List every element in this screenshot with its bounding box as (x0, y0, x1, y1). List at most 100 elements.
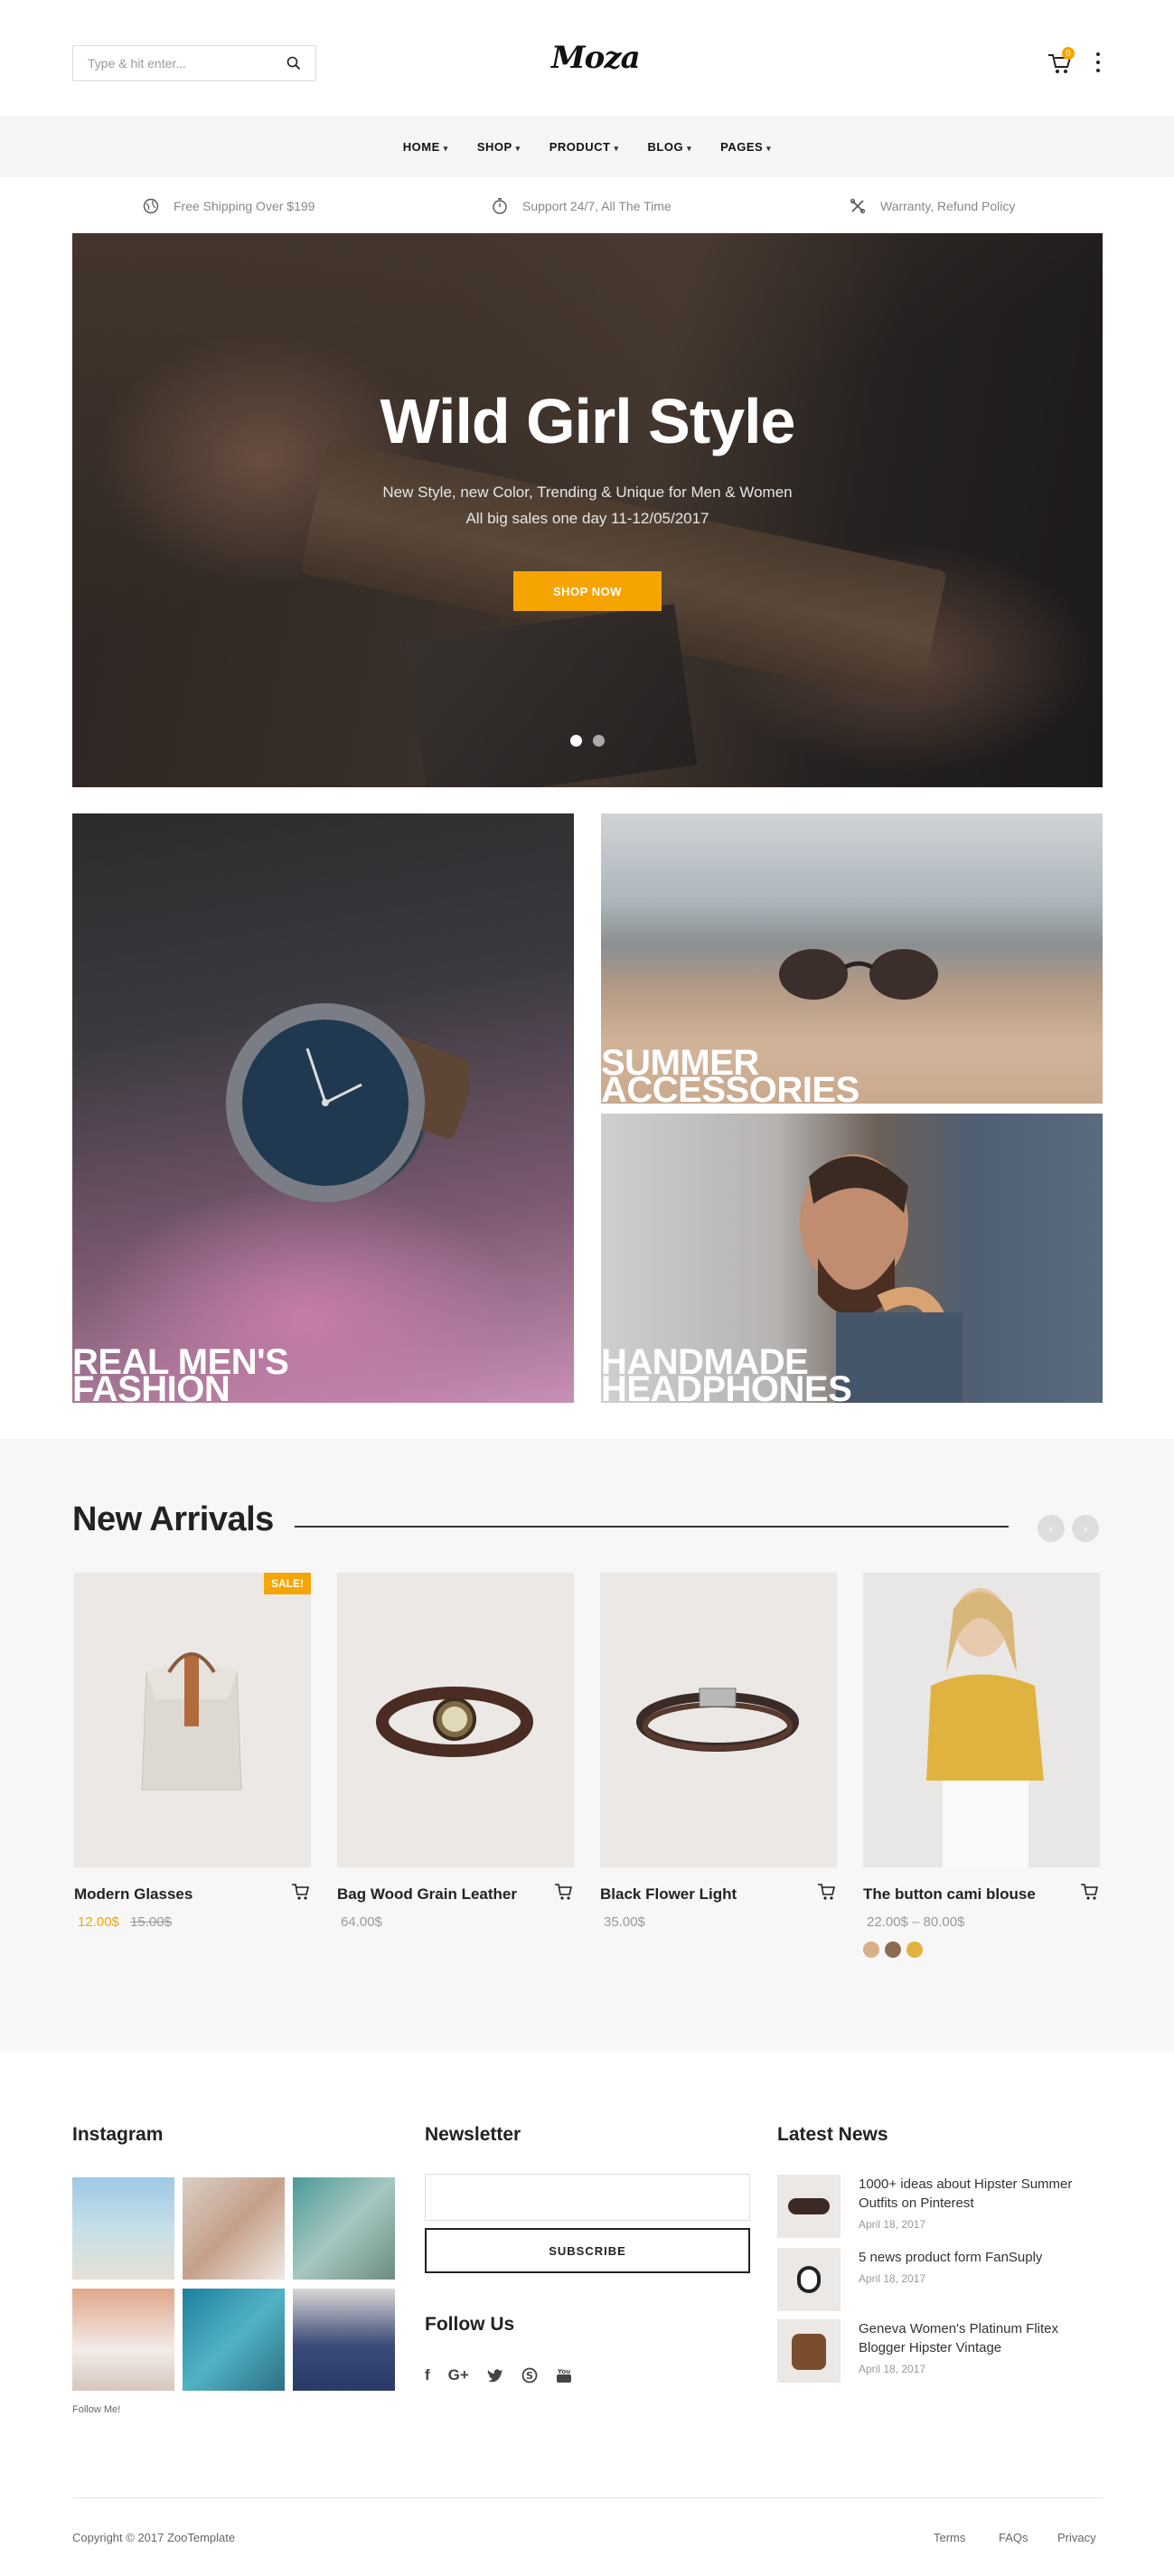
sale-badge: SALE! (264, 1573, 311, 1594)
copyright: Copyright © 2017 ZooTemplate (72, 2531, 236, 2544)
tools-icon (850, 198, 866, 214)
feature-warranty: Warranty, Refund Policy (850, 197, 1015, 215)
stopwatch-icon (493, 198, 507, 214)
sale-price: 12.00$ (78, 1914, 119, 1930)
twitter-icon[interactable] (487, 2368, 503, 2383)
news-date: April 18, 2017 (859, 2218, 926, 2231)
more-menu-icon[interactable] (1094, 52, 1103, 72)
news-item[interactable]: Geneva Women's Platinum Flitex Blogger H… (777, 2319, 1103, 2383)
product-image[interactable] (337, 1573, 574, 1867)
product-image[interactable] (863, 1573, 1100, 1867)
terms-link[interactable]: Terms (934, 2531, 965, 2544)
chevron-down-icon: ▾ (614, 143, 619, 153)
instagram-photo[interactable] (293, 2177, 395, 2280)
swatch[interactable] (906, 1941, 923, 1958)
globe-icon (143, 198, 159, 214)
news-title[interactable]: Geneva Women's Platinum Flitex Blogger H… (859, 2319, 1103, 2357)
instagram-photo[interactable] (72, 2177, 174, 2280)
news-title[interactable]: 1000+ ideas about Hipster Summer Outfits… (859, 2175, 1103, 2213)
product-name[interactable]: Black Flower Light (600, 1885, 737, 1904)
nav-label: HOME (402, 139, 440, 154)
news-title[interactable]: 5 news product form FanSuply (859, 2248, 1103, 2267)
banner-label: HANDMADE HEADPHONES (601, 1344, 852, 1403)
nav-label: BLOG (647, 139, 684, 154)
instagram-photo[interactable] (183, 2177, 285, 2280)
product-card[interactable]: SALE! Modern Glasses 12.00$ 15.00$ (74, 1573, 311, 1930)
follow-me-link[interactable]: Follow Me! (72, 2404, 120, 2415)
news-thumbnail[interactable] (777, 2319, 841, 2383)
banner-label: SUMMER ACCESSORIES (601, 1045, 859, 1104)
news-thumbnail[interactable] (777, 2175, 841, 2238)
instagram-photo[interactable] (183, 2289, 285, 2391)
search-icon[interactable] (286, 56, 301, 71)
skype-icon[interactable]: S (521, 2367, 538, 2383)
svg-text:You: You (557, 2368, 570, 2375)
product-name[interactable]: Bag Wood Grain Leather (337, 1885, 517, 1904)
slider-dot-2[interactable] (593, 735, 605, 747)
hero-subtitle: New Style, new Color, Trending & Unique … (72, 479, 1103, 531)
banner-summer-accessories[interactable]: SUMMER ACCESSORIES (601, 813, 1103, 1104)
news-item[interactable]: 1000+ ideas about Hipster Summer Outfits… (777, 2175, 1103, 2238)
banner-handmade-headphones[interactable]: HANDMADE HEADPHONES (601, 1114, 1103, 1403)
product-image[interactable] (600, 1573, 837, 1867)
shop-now-button[interactable]: SHOP NOW (513, 571, 662, 611)
nav-product[interactable]: PRODUCT ▾ (549, 140, 619, 154)
youtube-icon[interactable]: You (556, 2367, 572, 2383)
chevron-down-icon: ▾ (766, 143, 772, 153)
instagram-photo[interactable] (72, 2289, 174, 2391)
paper-bag-image (141, 1652, 242, 1791)
nav-label: SHOP (476, 139, 512, 154)
faqs-link[interactable]: FAQs (999, 2531, 1028, 2544)
add-to-cart-icon[interactable] (554, 1882, 574, 1902)
nav-blog[interactable]: BLOG ▾ (648, 140, 692, 154)
nav-pages[interactable]: PAGES ▾ (720, 140, 771, 154)
search-input[interactable] (88, 56, 268, 71)
newsletter-title: Newsletter (425, 2124, 521, 2145)
main-nav: HOME ▾ SHOP ▾ PRODUCT ▾ BLOG ▾ PAGES ▾ (0, 116, 1174, 177)
banner-label-line2: HEADPHONES (601, 1369, 852, 1403)
news-thumbnail[interactable] (777, 2248, 841, 2311)
instagram-photo[interactable] (293, 2289, 395, 2391)
nav-home[interactable]: HOME ▾ (403, 140, 448, 154)
watch-image (226, 1003, 470, 1202)
privacy-link[interactable]: Privacy (1057, 2531, 1096, 2544)
old-price: 15.00$ (130, 1914, 172, 1930)
hero-title: Wild Girl Style (380, 386, 796, 456)
product-card[interactable]: Black Flower Light 35.00$ (600, 1573, 837, 1930)
subscribe-button[interactable]: SUBSCRIBE (425, 2228, 750, 2273)
facebook-icon[interactable]: f (425, 2366, 430, 2384)
section-title: New Arrivals (72, 1500, 274, 1538)
title-divider (295, 1526, 1009, 1528)
chevron-down-icon: ▾ (443, 143, 448, 153)
product-name[interactable]: Modern Glasses (74, 1885, 193, 1904)
hero-slider: Wild Girl Style New Style, new Color, Tr… (72, 233, 1103, 787)
prev-arrow-button[interactable]: ‹ (1038, 1515, 1065, 1542)
swatch[interactable] (885, 1941, 901, 1958)
next-arrow-button[interactable]: › (1072, 1515, 1099, 1542)
follow-us-title: Follow Us (425, 2314, 515, 2335)
nav-shop[interactable]: SHOP ▾ (477, 140, 521, 154)
product-card[interactable]: The button cami blouse 22.00$ – 80.00$ (863, 1573, 1100, 1958)
product-card[interactable]: Bag Wood Grain Leather 64.00$ (337, 1573, 574, 1930)
product-name[interactable]: The button cami blouse (863, 1885, 1036, 1904)
product-price: 64.00$ (341, 1914, 382, 1930)
swatch[interactable] (863, 1941, 879, 1958)
feature-label: Free Shipping Over $199 (174, 199, 315, 213)
banner-mens-fashion[interactable]: REAL MEN'S FASHION (72, 813, 574, 1403)
google-plus-icon[interactable]: G+ (448, 2366, 469, 2384)
model-blouse-image (926, 1588, 1044, 1867)
site-logo[interactable]: Moza (551, 40, 641, 76)
banner-label: REAL MEN'S FASHION (72, 1344, 289, 1403)
add-to-cart-icon[interactable] (291, 1882, 311, 1902)
search-box[interactable] (72, 45, 316, 81)
add-to-cart-icon[interactable] (1080, 1882, 1100, 1902)
slider-dot-1[interactable] (570, 735, 582, 747)
product-image[interactable]: SALE! (74, 1573, 311, 1867)
news-item[interactable]: 5 news product form FanSuply April 18, 2… (777, 2248, 1103, 2311)
add-to-cart-icon[interactable] (817, 1882, 837, 1902)
product-price: 22.00$ – 80.00$ (867, 1914, 965, 1930)
newsletter-email-input[interactable] (425, 2174, 750, 2221)
product-price: 12.00$ 15.00$ (78, 1914, 172, 1930)
news-date: April 18, 2017 (859, 2272, 926, 2285)
banner-label-line2: ACCESSORIES (601, 1070, 859, 1104)
